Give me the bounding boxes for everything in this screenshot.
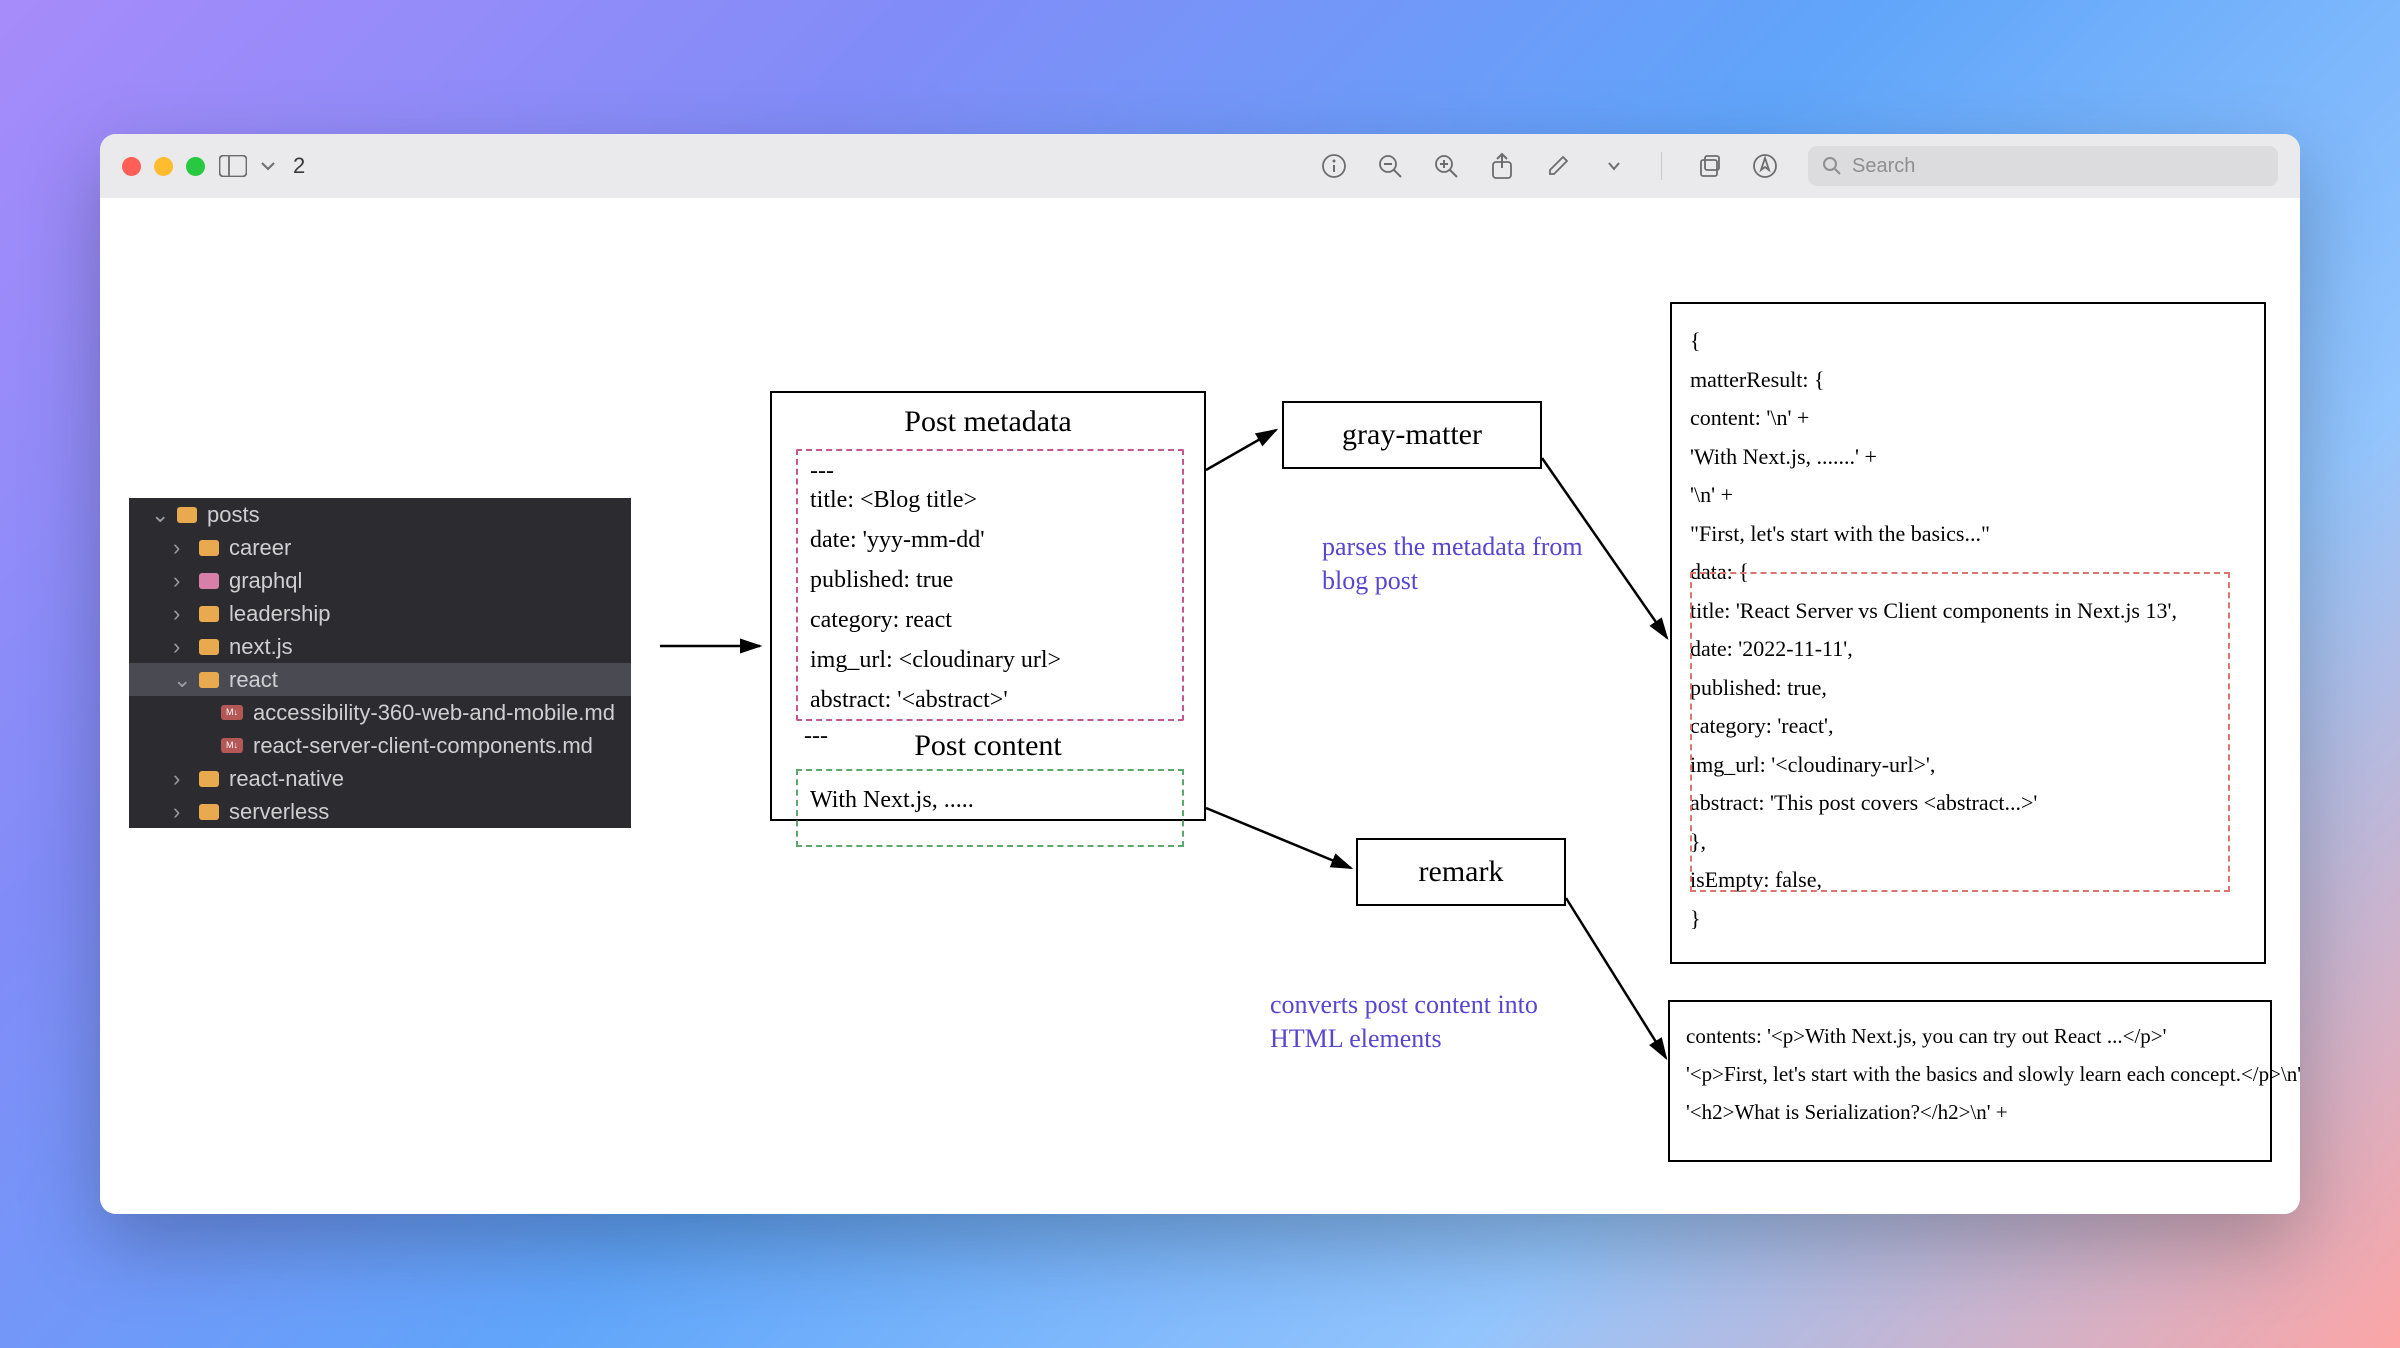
- arrow-content-to-remark: [1206, 798, 1361, 878]
- zoom-out-icon[interactable]: [1377, 153, 1403, 179]
- json-line: content: '\n' +: [1690, 399, 2246, 438]
- search-icon: [1822, 156, 1842, 176]
- diagram-canvas: ⌄posts ›career ›graphql ›leadership ›nex…: [100, 198, 2300, 1214]
- maximize-icon[interactable]: [186, 157, 205, 176]
- sidebar-toggle-icon[interactable]: [219, 155, 247, 177]
- folder-career[interactable]: ›career: [129, 531, 631, 564]
- toolbar-right: Search: [1321, 146, 2278, 186]
- meta-abstract: abstract: '<abstract>': [810, 687, 1008, 714]
- json-line: 'With Next.js, .......' +: [1690, 438, 2246, 477]
- folder-serverless[interactable]: ›serverless: [129, 795, 631, 828]
- meta-published: published: true: [810, 567, 953, 594]
- remark-box: remark: [1356, 838, 1566, 906]
- traffic-lights: [122, 157, 205, 176]
- arrow-remark-to-html: [1566, 898, 1676, 1068]
- info-icon[interactable]: [1321, 153, 1347, 179]
- folder-icon: [199, 804, 219, 820]
- meta-category: category: react: [810, 607, 952, 634]
- html-line: '<h2>What is Serialization?</h2>\n' +: [1686, 1094, 2254, 1132]
- json-line: }: [1690, 900, 2246, 939]
- remark-annotation: converts post content into HTML elements: [1270, 988, 1570, 1056]
- file-accessibility[interactable]: M↓accessibility-360-web-and-mobile.md: [129, 696, 631, 729]
- content-line: With Next.js, .....: [810, 787, 974, 814]
- markdown-icon: M↓: [221, 705, 243, 720]
- arrow-graymatter-to-json: [1542, 458, 1682, 648]
- folder-react-native[interactable]: ›react-native: [129, 762, 631, 795]
- folder-leadership[interactable]: ›leadership: [129, 597, 631, 630]
- folder-nextjs[interactable]: ›next.js: [129, 630, 631, 663]
- markdown-icon: M↓: [221, 738, 243, 753]
- frontmatter-sep: ---: [810, 458, 834, 485]
- json-line: "First, let's start with the basics...": [1690, 515, 2246, 554]
- html-line: '<p>First, let's start with the basics a…: [1686, 1056, 2254, 1094]
- markup-icon[interactable]: [1545, 153, 1571, 179]
- highlight-icon[interactable]: [1752, 153, 1778, 179]
- folder-icon: [199, 672, 219, 688]
- file-react-server[interactable]: M↓react-server-client-components.md: [129, 729, 631, 762]
- minimize-icon[interactable]: [154, 157, 173, 176]
- json-line: {: [1690, 322, 2246, 361]
- folder-react[interactable]: ⌄react: [129, 663, 631, 696]
- post-box: Post metadata --- title: <Blog title> da…: [770, 391, 1206, 821]
- file-tree: ⌄posts ›career ›graphql ›leadership ›nex…: [129, 498, 631, 828]
- arrow-meta-to-graymatter: [1206, 420, 1286, 480]
- document-title: 2: [293, 153, 305, 179]
- folder-icon: [177, 507, 197, 523]
- folder-icon: [199, 639, 219, 655]
- meta-date: date: 'yyy-mm-dd': [810, 527, 985, 554]
- html-line: contents: '<p>With Next.js, you can try …: [1686, 1018, 2254, 1056]
- zoom-in-icon[interactable]: [1433, 153, 1459, 179]
- folder-icon: [199, 540, 219, 556]
- search-input[interactable]: Search: [1808, 146, 2278, 186]
- folder-icon: [199, 771, 219, 787]
- json-output-box: { matterResult: { content: '\n' + 'With …: [1670, 302, 2266, 964]
- json-data-region: [1690, 572, 2230, 892]
- meta-imgurl: img_url: <cloudinary url>: [810, 647, 1061, 674]
- json-line: '\n' +: [1690, 476, 2246, 515]
- arrow-tree-to-post: [660, 636, 770, 656]
- titlebar: 2 Search: [100, 134, 2300, 198]
- rotate-icon[interactable]: [1696, 153, 1722, 179]
- chevron-down-small-icon[interactable]: [1601, 153, 1627, 179]
- app-window: 2 Search ⌄posts ›career ›graphql ›leader…: [100, 134, 2300, 1214]
- meta-title: title: <Blog title>: [810, 487, 977, 514]
- html-output-box: contents: '<p>With Next.js, you can try …: [1668, 1000, 2272, 1162]
- share-icon[interactable]: [1489, 153, 1515, 179]
- json-line: matterResult: {: [1690, 361, 2246, 400]
- chevron-down-icon[interactable]: [261, 161, 275, 171]
- search-placeholder: Search: [1852, 155, 1915, 178]
- folder-icon: [199, 573, 219, 589]
- folder-graphql[interactable]: ›graphql: [129, 564, 631, 597]
- close-icon[interactable]: [122, 157, 141, 176]
- folder-posts[interactable]: ⌄posts: [129, 498, 631, 531]
- folder-icon: [199, 606, 219, 622]
- post-metadata-title: Post metadata: [772, 393, 1204, 445]
- gray-matter-box: gray-matter: [1282, 401, 1542, 469]
- post-content-title: Post content: [772, 729, 1204, 763]
